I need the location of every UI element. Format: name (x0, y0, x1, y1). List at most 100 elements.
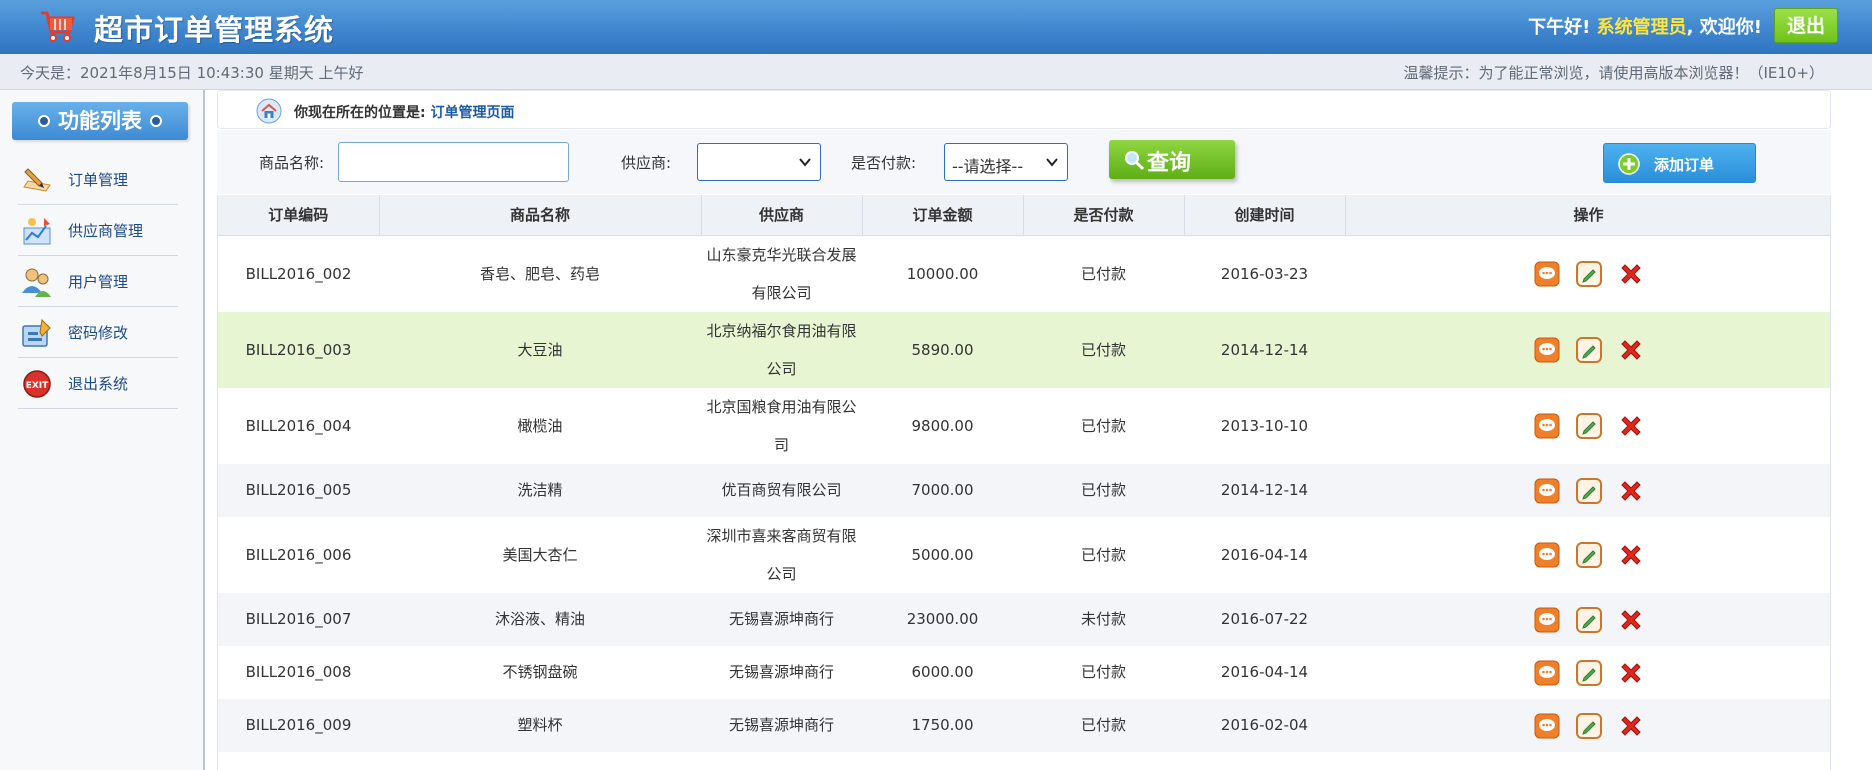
edit-icon[interactable] (1575, 337, 1602, 363)
logout-button[interactable]: 退出 (1774, 8, 1838, 43)
add-order-label: 添加订单 (1654, 156, 1715, 174)
edit-icon[interactable] (1575, 413, 1602, 439)
sidebar-item-orders[interactable]: 订单管理 (18, 154, 178, 205)
actions-cell (1345, 311, 1830, 388)
column-header: 是否付款 (1023, 195, 1185, 236)
order-table-container: 订单编码 商品名称 供应商 订单金额 是否付款 创建时间 操作 BILL2016… (217, 195, 1831, 770)
edit-icon[interactable] (1575, 606, 1602, 633)
edit-icon[interactable] (1575, 542, 1602, 568)
view-icon[interactable] (1534, 660, 1560, 686)
delete-icon[interactable] (1618, 542, 1644, 568)
supplier-cell: 深圳市喜来客商贸有限公司 (701, 516, 862, 593)
password-edit-icon (22, 318, 51, 347)
actions-cell (1345, 592, 1830, 646)
view-icon[interactable] (1534, 261, 1560, 287)
sidebar-item-suppliers[interactable]: 供应商管理 (18, 205, 178, 256)
view-icon[interactable] (1534, 413, 1560, 439)
add-order-button[interactable]: 添加订单 (1603, 143, 1756, 183)
browser-tip: 温馨提示：为了能正常浏览，请使用高版本浏览器！（IE10+） (1403, 64, 1824, 82)
supplier-select[interactable] (697, 143, 821, 181)
actions-cell (1345, 516, 1830, 593)
paid-status-cell: 已付款 (1023, 235, 1184, 312)
created-date-cell: 2016-04-14 (1184, 516, 1345, 593)
order-code-cell: BILL2016_009 (218, 698, 379, 752)
table-row: BILL2016_007 沐浴液、精油 无锡喜源坤商行 23000.00 未付款 2016… (218, 592, 1830, 646)
breadcrumb-prefix: 你现在所在的位置是: (294, 105, 426, 121)
actions-cell (1345, 387, 1830, 464)
search-icon (1125, 151, 1145, 171)
row-actions (1534, 712, 1644, 739)
supplier-chart-icon (23, 218, 51, 245)
paid-status-cell: 已付款 (1023, 698, 1184, 752)
row-actions (1534, 659, 1644, 686)
delete-icon[interactable] (1618, 413, 1644, 439)
query-button[interactable]: 查询 (1109, 140, 1235, 179)
breadcrumb-current[interactable]: 订单管理页面 (430, 105, 514, 121)
delete-icon[interactable] (1618, 337, 1644, 363)
delete-icon[interactable] (1618, 660, 1644, 686)
actions-cell (1345, 235, 1830, 312)
exit-icon: EXIT (23, 370, 51, 398)
order-table: 订单编码 商品名称 供应商 订单金额 是否付款 创建时间 操作 BILL2016… (218, 195, 1830, 752)
table-row: BILL2016_003 大豆油 北京纳福尔食用油有限公司 5890.00 已付款 201… (218, 311, 1830, 388)
delete-icon[interactable] (1618, 478, 1644, 504)
sidebar-title: 功能列表 (12, 102, 188, 140)
actions-cell (1345, 463, 1830, 517)
supplier-cell: 北京纳福尔食用油有限公司 (701, 311, 862, 388)
row-actions (1534, 413, 1644, 439)
created-date-cell: 2016-03-23 (1184, 235, 1345, 312)
edit-icon[interactable] (1575, 261, 1602, 287)
table-row: BILL2016_002 香皂、肥皂、药皂 山东豪克华光联合发展有限公司 10000.… (218, 235, 1830, 312)
order-code-cell: BILL2016_008 (218, 645, 379, 699)
edit-icon[interactable] (1575, 712, 1602, 739)
actions-cell (1345, 698, 1830, 752)
view-icon[interactable] (1534, 542, 1560, 568)
view-icon[interactable] (1534, 713, 1560, 739)
view-icon[interactable] (1534, 478, 1560, 504)
actions-cell (1345, 645, 1830, 699)
order-code-cell: BILL2016_005 (218, 463, 379, 517)
delete-icon[interactable] (1618, 607, 1644, 633)
sidebar-item-label: 订单管理 (68, 171, 129, 189)
sidebar-menu: 订单管理 供应商管理 用户管理 密码修改 EXIT 退出系统 (18, 154, 178, 409)
column-header: 供应商 (701, 195, 863, 236)
paid-status-select[interactable]: --请选择-- (944, 143, 1068, 181)
table-row: BILL2016_005 洗洁精 优百商贸有限公司 7000.00 已付款 2014-12… (218, 463, 1830, 517)
column-header: 订单编码 (218, 195, 380, 236)
row-actions (1534, 337, 1644, 363)
view-icon[interactable] (1534, 607, 1560, 633)
created-date-cell: 2016-02-04 (1184, 698, 1345, 752)
sidebar-item-label: 密码修改 (68, 324, 129, 342)
supplier-cell: 山东豪克华光联合发展有限公司 (701, 235, 862, 312)
greeting-suffix: , 欢迎你! (1686, 17, 1762, 38)
table-row: BILL2016_008 不锈钢盘碗 无锡喜源坤商行 6000.00 已付款 2016-0… (218, 645, 1830, 699)
delete-icon[interactable] (1618, 261, 1644, 287)
order-code-cell: BILL2016_002 (218, 235, 379, 312)
edit-icon[interactable] (1575, 477, 1602, 504)
paid-status-cell: 已付款 (1023, 645, 1184, 699)
sidebar-item-password[interactable]: 密码修改 (18, 307, 178, 358)
home-icon (256, 98, 282, 124)
chevron-down-icon (1046, 158, 1058, 167)
created-date-cell: 2016-07-22 (1184, 592, 1345, 646)
supplier-cell: 无锡喜源坤商行 (701, 592, 862, 646)
sidebar-item-users[interactable]: 用户管理 (18, 256, 178, 307)
paid-status-label: 是否付款: (851, 154, 917, 172)
supplier-cell: 无锡喜源坤商行 (701, 698, 862, 752)
table-row: BILL2016_006 美国大杏仁 深圳市喜来客商贸有限公司 5000.00 已付款 2… (218, 516, 1830, 593)
row-actions (1534, 542, 1644, 568)
edit-icon[interactable] (1575, 659, 1602, 686)
delete-icon[interactable] (1618, 713, 1644, 739)
breadcrumb-text: 你现在所在的位置是: 订单管理页面 (294, 102, 514, 122)
column-header: 创建时间 (1184, 195, 1346, 236)
view-icon[interactable] (1534, 337, 1560, 363)
product-name-input[interactable] (338, 142, 569, 182)
shopping-cart-icon (41, 11, 75, 42)
sidebar-item-exit[interactable]: EXIT 退出系统 (18, 358, 178, 409)
paid-status-select-value: --请选择-- (952, 157, 1024, 176)
product-name-cell: 塑料杯 (379, 698, 701, 752)
sidebar-title-text: 功能列表 (58, 109, 142, 133)
product-name-cell: 不锈钢盘碗 (379, 645, 701, 699)
paid-status-cell: 已付款 (1023, 463, 1184, 517)
users-icon (22, 268, 51, 297)
